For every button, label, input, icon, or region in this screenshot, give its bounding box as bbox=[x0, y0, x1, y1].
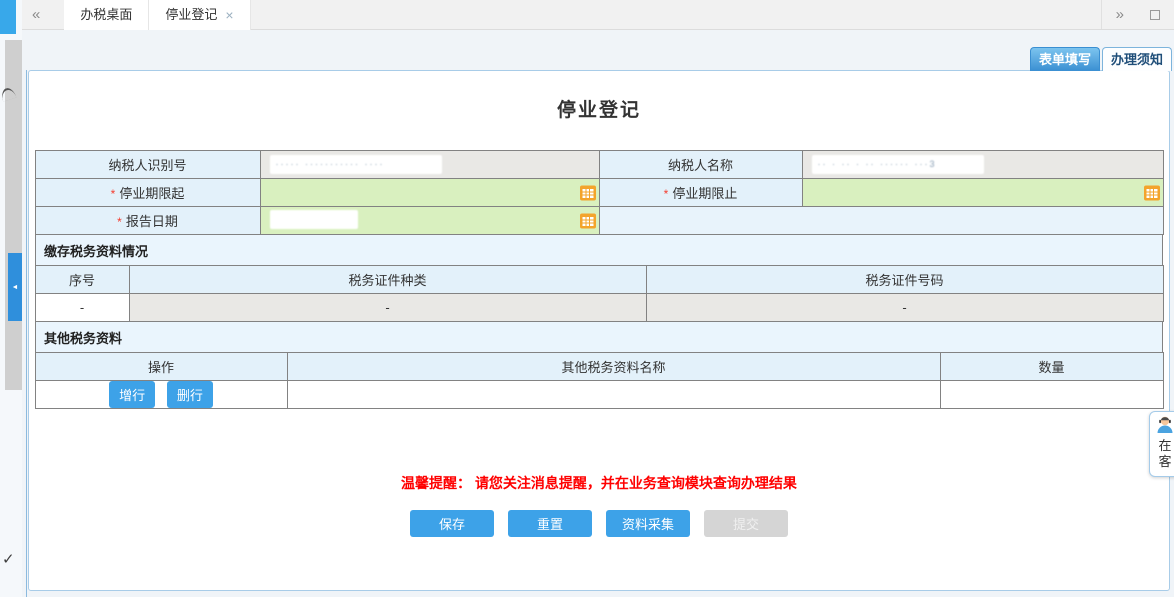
action-button-row: 保存 重置 资料采集 提交 bbox=[29, 510, 1169, 537]
col-header-quantity: 数量 bbox=[940, 353, 1163, 381]
col-header-operation: 操作 bbox=[35, 353, 287, 381]
empty-cell bbox=[599, 207, 1163, 235]
customer-service-avatar-icon bbox=[1155, 415, 1174, 433]
check-icon: ✓ bbox=[2, 550, 15, 568]
report-date-input[interactable] bbox=[260, 207, 599, 235]
save-button[interactable]: 保存 bbox=[410, 510, 494, 537]
reset-button[interactable]: 重置 bbox=[508, 510, 592, 537]
cell-seq: - bbox=[35, 294, 129, 322]
required-mark: * bbox=[111, 187, 116, 201]
cell-cert-type: - bbox=[129, 294, 646, 322]
rail-blue-block bbox=[0, 0, 16, 34]
cell-cert-number: - bbox=[646, 294, 1163, 322]
app-screen: ◄ ✓ « 办税桌面 停业登记 × » 表单填写 办理须知 停业登记 纳税人识别… bbox=[0, 0, 1174, 597]
label-text: 停业期限起 bbox=[119, 186, 184, 201]
cell-material-name[interactable] bbox=[287, 381, 940, 409]
col-header-cert-type: 税务证件种类 bbox=[129, 266, 646, 294]
certificates-table: 序号 税务证件种类 税务证件号码 - - - bbox=[35, 265, 1164, 322]
suspend-start-input[interactable] bbox=[260, 179, 599, 207]
section-other-materials: 其他税务资料 bbox=[35, 321, 1163, 353]
required-mark: * bbox=[664, 187, 669, 201]
page-title: 停业登记 bbox=[29, 95, 1169, 122]
calendar-icon[interactable] bbox=[1144, 185, 1160, 200]
collapse-tabs-icon[interactable]: « bbox=[32, 0, 40, 29]
topbar-right-controls: » bbox=[1101, 0, 1174, 29]
calendar-icon[interactable] bbox=[580, 185, 596, 200]
col-header-cert-number: 税务证件号码 bbox=[646, 266, 1163, 294]
label-text: 报告日期 bbox=[126, 214, 178, 229]
panel-edge-line bbox=[26, 70, 27, 597]
reminder-message: 温馨提醒： 请您关注消息提醒，并在业务查询模块查询办理结果 bbox=[29, 473, 1169, 493]
suspend-end-label: *停业期限止 bbox=[599, 179, 802, 207]
required-mark: * bbox=[117, 215, 122, 229]
col-header-seq: 序号 bbox=[35, 266, 129, 294]
cell-operation: 增行 删行 bbox=[35, 381, 287, 409]
report-date-label: * 报告日期 bbox=[35, 207, 260, 235]
submit-button[interactable]: 提交 bbox=[704, 510, 788, 537]
delete-row-button[interactable]: 删行 bbox=[167, 381, 213, 408]
suspend-end-input[interactable] bbox=[802, 179, 1163, 207]
taxpayer-name-label: 纳税人名称 bbox=[599, 151, 802, 179]
calendar-icon[interactable] bbox=[580, 213, 596, 228]
report-date-value bbox=[270, 210, 358, 229]
left-rail: ◄ ✓ bbox=[0, 0, 22, 597]
tab-handling-notice[interactable]: 办理须知 bbox=[1102, 47, 1172, 71]
left-arrow-icon: ◄ bbox=[12, 284, 19, 291]
taxpayer-id-cell: ····· ··········· ···· bbox=[260, 151, 599, 179]
online-service-widget[interactable]: 在 客 bbox=[1149, 411, 1174, 477]
col-header-material-name: 其他税务资料名称 bbox=[287, 353, 940, 381]
reminder-text: 请您关注消息提醒，并在业务查询模块查询办理结果 bbox=[475, 475, 797, 491]
table-row: 增行 删行 bbox=[35, 381, 1163, 409]
panel-tab-row: 表单填写 办理须知 bbox=[1030, 47, 1172, 71]
service-label-char-1: 在 bbox=[1152, 438, 1174, 454]
add-row-button[interactable]: 增行 bbox=[109, 381, 155, 408]
tab-form-fill[interactable]: 表单填写 bbox=[1030, 47, 1100, 71]
label-text: 停业期限止 bbox=[672, 186, 737, 201]
form-panel: 停业登记 纳税人识别号 ····· ··········· ···· 纳税人名称… bbox=[28, 70, 1170, 591]
tab-label: 办税桌面 bbox=[80, 7, 132, 22]
close-icon[interactable]: × bbox=[225, 0, 233, 30]
tab-label: 停业登记 bbox=[165, 0, 217, 30]
taxpayer-name-cell: ·· · ·· · ·· ······ ···3 bbox=[802, 151, 1163, 179]
taxpayer-name-value: ·· · ·· · ·· ······ ···3 bbox=[812, 155, 984, 174]
other-materials-table: 操作 其他税务资料名称 数量 增行 删行 bbox=[35, 352, 1164, 409]
tab-suspension-registration[interactable]: 停业登记 × bbox=[149, 0, 250, 30]
table-row: - - - bbox=[35, 294, 1163, 322]
cell-quantity[interactable] bbox=[940, 381, 1163, 409]
top-tab-bar: « 办税桌面 停业登记 × » bbox=[22, 0, 1174, 30]
section-deposited-certificates: 缴存税务资料情况 bbox=[35, 234, 1163, 266]
service-label-char-2: 客 bbox=[1152, 454, 1174, 470]
expand-tabs-icon[interactable]: » bbox=[1116, 6, 1124, 23]
taxpayer-info-table: 纳税人识别号 ····· ··········· ···· 纳税人名称 ·· ·… bbox=[35, 150, 1164, 235]
suspend-start-label: *停业期限起 bbox=[35, 179, 260, 207]
collect-materials-button[interactable]: 资料采集 bbox=[606, 510, 690, 537]
taxpayer-id-label: 纳税人识别号 bbox=[35, 151, 260, 179]
sidebar-collapse-handle[interactable]: ◄ bbox=[8, 253, 22, 321]
reminder-prefix: 温馨提醒： bbox=[401, 475, 471, 491]
tab-tax-desktop[interactable]: 办税桌面 bbox=[64, 0, 149, 30]
taxpayer-id-value: ····· ··········· ···· bbox=[270, 155, 442, 174]
window-icon[interactable] bbox=[1150, 10, 1160, 20]
